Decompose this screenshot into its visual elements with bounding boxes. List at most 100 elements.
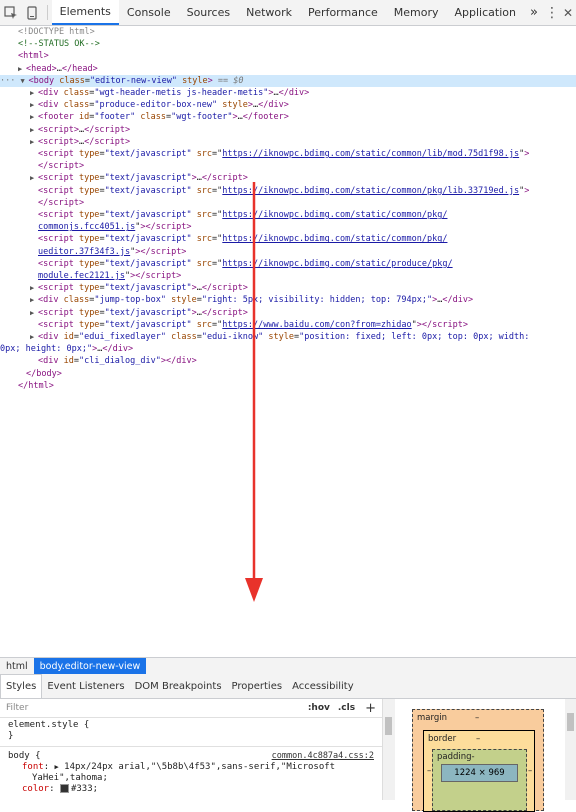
- tab-console[interactable]: Console: [119, 0, 179, 25]
- dom-node-div[interactable]: <div id="cli_dialog_div"></div>: [0, 355, 576, 367]
- doctype-text: <!DOCTYPE html>: [18, 27, 95, 37]
- box-model-padding[interactable]: padding- – – 1224 × 969: [427, 749, 532, 811]
- padding-right-value: –: [528, 766, 533, 776]
- tab-performance[interactable]: Performance: [300, 0, 386, 25]
- filter-input[interactable]: Filter: [6, 703, 28, 713]
- expand-triangle-icon[interactable]: ▶: [30, 294, 38, 306]
- tab-sources[interactable]: Sources: [179, 0, 239, 25]
- attr-value: "footer": [94, 112, 136, 123]
- css-property[interactable]: font: ▶ 14px/24px arial,"\5b8b\4f53",san…: [8, 762, 374, 773]
- dom-node-script-cont: module.fec2121.js"></script>: [38, 271, 182, 282]
- box-model-content[interactable]: 1224 × 969: [441, 764, 518, 782]
- annotation-arrow: [245, 182, 263, 602]
- script-src-link[interactable]: module.fec2121.js: [38, 271, 125, 281]
- tab-application[interactable]: Application: [447, 0, 524, 25]
- tab-dom-breakpoints[interactable]: DOM Breakpoints: [130, 674, 227, 698]
- box-model-margin[interactable]: margin – border – padding- – – 1224 × 96…: [412, 709, 544, 812]
- expand-triangle-icon[interactable]: ▶: [18, 63, 26, 75]
- dom-node-div-cont: 0px; height: 0px;">…</div>: [0, 344, 134, 355]
- script-src-link[interactable]: https://iknowpc.bdimg.com/static/common/…: [222, 149, 519, 159]
- rule-selector: element.style {: [8, 720, 90, 730]
- expand-triangle-icon[interactable]: ▶: [30, 307, 38, 319]
- class-toggle[interactable]: .cls: [338, 703, 355, 713]
- attr-value: 0px; height: 0px;": [0, 344, 93, 355]
- expand-triangle-icon[interactable]: ▶: [30, 282, 38, 294]
- dom-node-script[interactable]: <script type="text/javascript" src="http…: [0, 258, 576, 270]
- dom-node-script[interactable]: <script type="text/javascript" src="http…: [0, 185, 576, 197]
- close-icon[interactable]: ✕: [560, 0, 576, 25]
- tab-elements[interactable]: Elements: [51, 0, 119, 25]
- dom-node-footer[interactable]: ▶ <footer id="footer" class="wgt-footer">…: [0, 111, 576, 123]
- property-value: #333;: [70, 784, 99, 794]
- dom-node-script[interactable]: <script type="text/javascript" src="http…: [0, 148, 576, 160]
- css-property[interactable]: color: #333;: [8, 784, 374, 795]
- dom-node-html[interactable]: <html>: [0, 50, 576, 62]
- tab-event-listeners[interactable]: Event Listeners: [42, 674, 129, 698]
- new-rule-button[interactable]: +: [365, 701, 376, 716]
- attr-value: "edui_fixedlayer": [78, 332, 166, 343]
- body-style-rule[interactable]: common.4c887a4.css:2 body { font: ▶ 14px…: [0, 749, 382, 797]
- dom-node-script-cont: ueditor.37f34f3.js"></script>: [38, 246, 187, 257]
- tab-network[interactable]: Network: [238, 0, 300, 25]
- dom-node-div[interactable]: ▶ <div class="produce-editor-box-new" sty…: [0, 99, 576, 111]
- property-value: 14px/24px arial,"\5b8b\4f53",sans-serif,…: [64, 762, 336, 772]
- dom-node-head[interactable]: ▶ <head>…</head>: [0, 63, 576, 75]
- dom-node-comment[interactable]: <!--STATUS OK-->: [0, 38, 576, 50]
- scrollbar-thumb[interactable]: [567, 713, 574, 731]
- expand-triangle-icon[interactable]: ▶: [30, 111, 38, 123]
- dom-node-div[interactable]: ▶ <div class="jump-top-box" style="right:…: [0, 294, 576, 306]
- attr-value: "text/javascript": [104, 283, 192, 294]
- dom-node-script[interactable]: <script type="text/javascript" src="http…: [0, 233, 576, 245]
- dom-node-script[interactable]: ▶ <script>…</script>: [0, 136, 576, 148]
- padding-label: padding-: [437, 752, 475, 762]
- dom-node-script[interactable]: ▶ <script type="text/javascript">…</scrip…: [0, 282, 576, 294]
- expand-triangle-icon[interactable]: ▶: [30, 124, 38, 136]
- color-swatch-icon[interactable]: [59, 784, 69, 793]
- tab-accessibility[interactable]: Accessibility: [287, 674, 359, 698]
- attr-value: "text/javascript": [104, 149, 192, 160]
- tag-name: head: [31, 63, 52, 74]
- dom-node-script[interactable]: <script type="text/javascript" src="http…: [0, 209, 576, 221]
- attr-value: "wgt-header-metis js-header-metis": [94, 88, 269, 99]
- dom-node-body-selected[interactable]: ··· ▼ <body class="editor-new-view" style…: [0, 74, 576, 88]
- expand-triangle-icon[interactable]: ▶: [30, 87, 38, 99]
- tab-styles[interactable]: Styles: [0, 674, 43, 698]
- dom-node-script[interactable]: ▶ <script type="text/javascript">…</scrip…: [0, 307, 576, 319]
- expand-triangle-icon[interactable]: ▶: [30, 136, 38, 148]
- expand-triangle-icon[interactable]: ▶: [30, 99, 38, 111]
- border-value: –: [476, 734, 481, 744]
- styles-pane: Filter :hov .cls + element.style { } com…: [0, 699, 382, 800]
- tab-memory[interactable]: Memory: [386, 0, 447, 25]
- dom-node-div[interactable]: ▶ <div class="wgt-header-metis js-header-…: [0, 87, 576, 99]
- comment-text: <!--STATUS OK-->: [18, 39, 100, 50]
- dom-node-script[interactable]: ▶ <script>…</script>: [0, 124, 576, 136]
- inspect-element-icon[interactable]: [0, 0, 21, 25]
- more-tabs-button[interactable]: »: [524, 0, 544, 25]
- dom-node-script[interactable]: <script type="text/javascript" src="http…: [0, 319, 576, 331]
- script-src-link[interactable]: ueditor.37f34f3.js: [38, 247, 130, 257]
- device-toolbar-icon[interactable]: [21, 0, 42, 25]
- expand-triangle-icon[interactable]: ▶: [30, 172, 38, 184]
- breadcrumb-html[interactable]: html: [0, 661, 34, 672]
- scrollbar-thumb[interactable]: [385, 717, 392, 735]
- attr-name: style: [182, 75, 208, 86]
- hover-state-toggle[interactable]: :hov: [308, 703, 330, 713]
- menu-icon[interactable]: ⋮: [544, 0, 560, 25]
- dom-node-doctype[interactable]: <!DOCTYPE html>: [0, 26, 576, 38]
- box-model-scrollbar[interactable]: [565, 699, 576, 800]
- breadcrumb-body[interactable]: body.editor-new-view: [33, 658, 147, 674]
- element-style-rule[interactable]: element.style { }: [0, 718, 382, 744]
- attr-value: "produce-editor-box-new": [94, 100, 218, 111]
- tab-properties[interactable]: Properties: [227, 674, 288, 698]
- toolbar-divider: [46, 5, 48, 20]
- dom-node-script[interactable]: ▶ <script type="text/javascript">…</scrip…: [0, 172, 576, 184]
- styles-filter-bar: Filter :hov .cls +: [0, 699, 382, 718]
- stylesheet-link[interactable]: common.4c887a4.css:2: [272, 751, 374, 762]
- border-label: border: [428, 734, 457, 744]
- tag-name: body: [33, 75, 55, 86]
- expand-triangle-icon[interactable]: ▶: [30, 331, 38, 343]
- styles-scrollbar[interactable]: [382, 699, 395, 800]
- script-src-link[interactable]: commonjs.fcc4051.js: [38, 222, 135, 232]
- attr-value: "text/javascript": [104, 307, 192, 318]
- dom-node-div[interactable]: ▶ <div id="edui_fixedlayer" class="edui-i…: [0, 331, 576, 343]
